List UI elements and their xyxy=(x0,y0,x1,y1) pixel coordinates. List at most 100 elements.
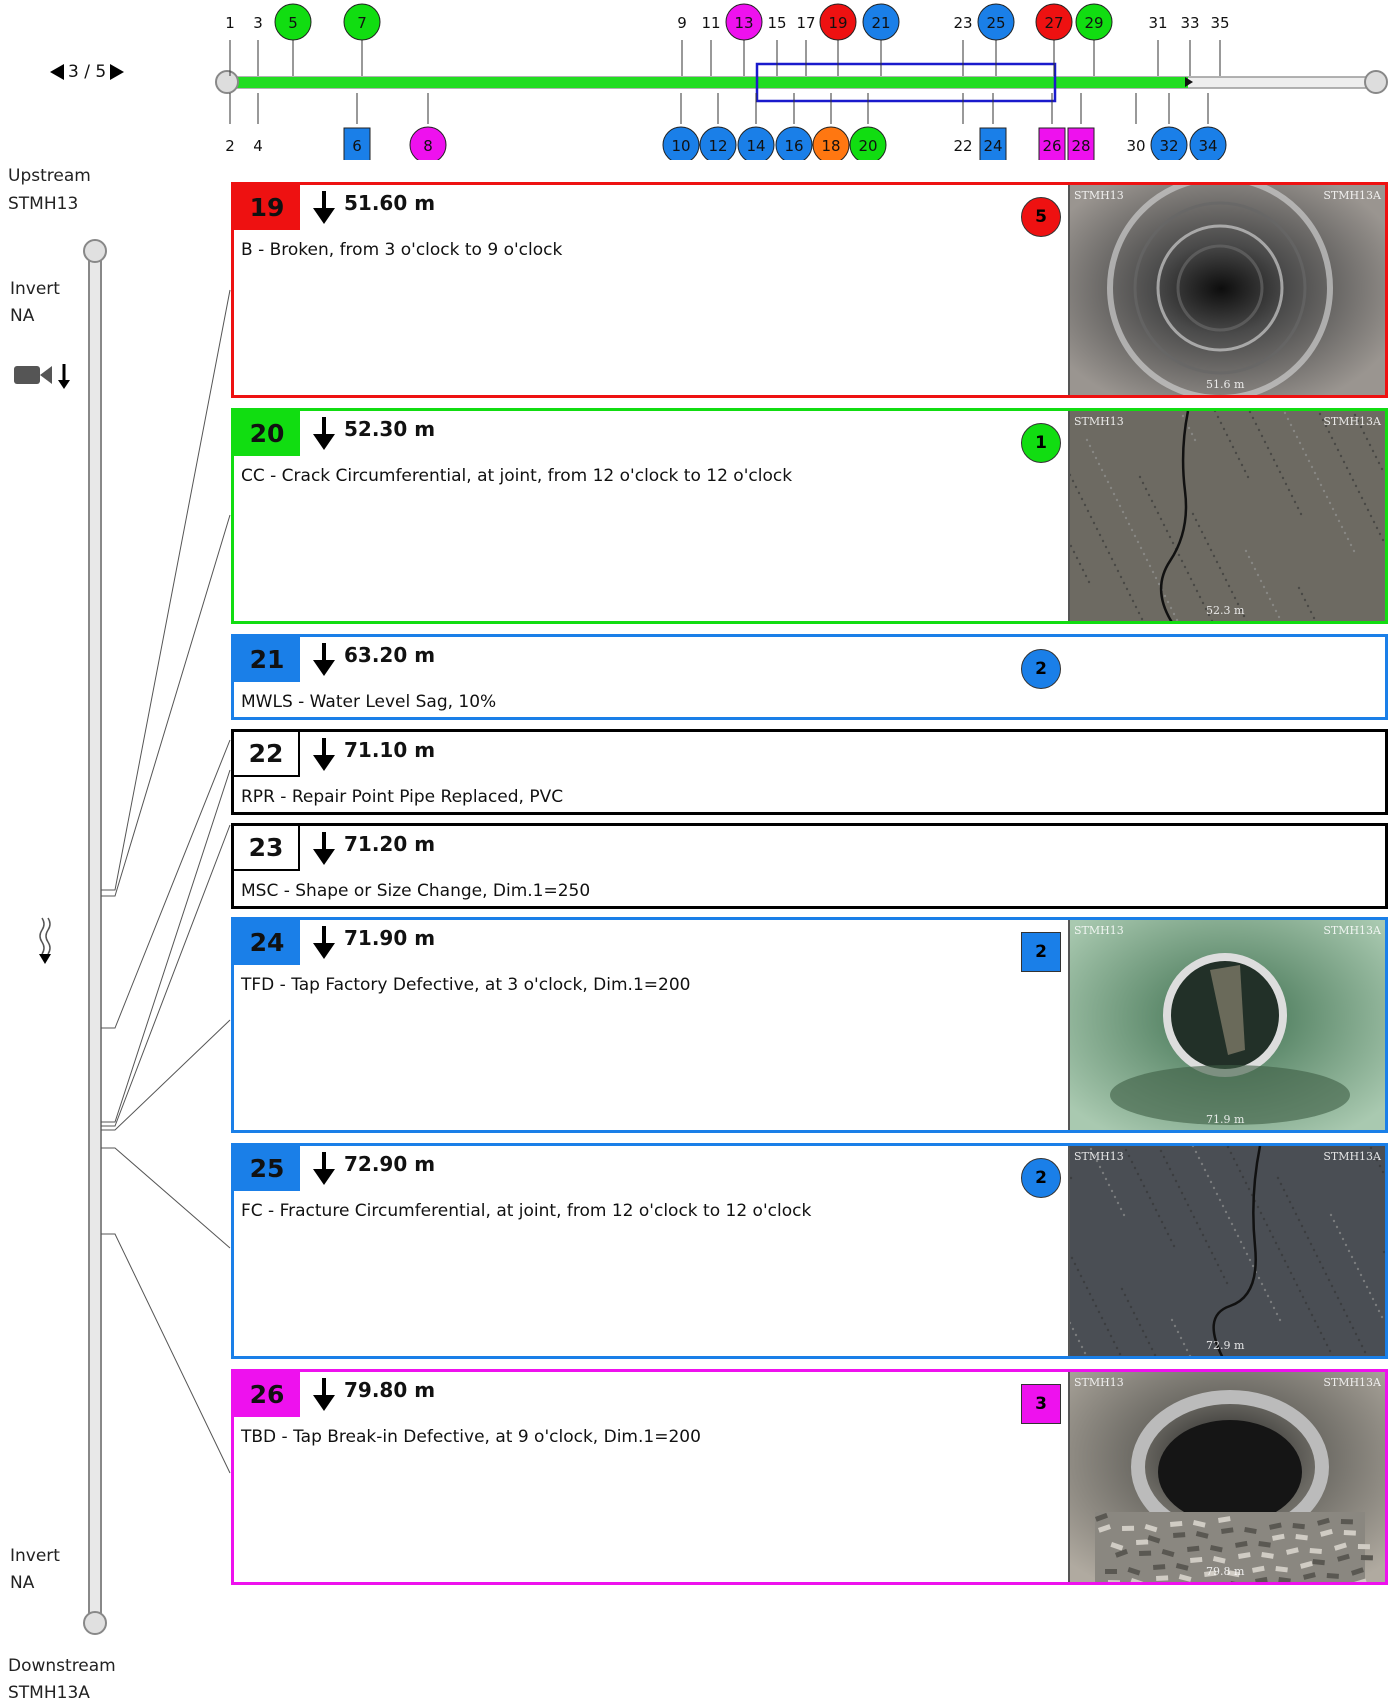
pipe-body xyxy=(88,249,102,1623)
photo-downstream-label: STMH13A xyxy=(1323,1376,1381,1389)
timeline-marker-23: 23 xyxy=(953,14,973,76)
photo-upstream-label: STMH13 xyxy=(1074,1376,1124,1389)
observation-number: 25 xyxy=(234,1146,300,1191)
observation-card[interactable]: 22 71.10 m RPR - Repair Point Pipe Replace… xyxy=(231,729,1388,815)
timeline-marker-4: 4 xyxy=(253,93,263,155)
timeline-marker-28: 28 xyxy=(1067,93,1095,160)
down-arrow-icon xyxy=(313,417,335,450)
svg-text:19: 19 xyxy=(828,14,847,32)
timeline-end-node xyxy=(1364,70,1388,94)
observation-card[interactable]: 21 63.20 m MWLS - Water Level Sag, 10% 2 xyxy=(231,634,1388,720)
observation-description: RPR - Repair Point Pipe Replaced, PVC xyxy=(241,787,564,807)
down-arrow-icon xyxy=(313,1378,335,1411)
svg-text:28: 28 xyxy=(1071,137,1090,155)
observation-description: TBD - Tap Break-in Defective, at 9 o'clo… xyxy=(241,1427,701,1447)
observation-card[interactable]: 24 71.90 m TFD - Tap Factory Defective, at… xyxy=(231,917,1388,1133)
svg-text:9: 9 xyxy=(677,14,687,32)
observation-number: 23 xyxy=(234,826,300,871)
timeline-marker-18: 18 xyxy=(812,93,850,160)
timeline-marker-22: 22 xyxy=(953,93,973,155)
observation-distance: 71.10 m xyxy=(344,738,436,762)
timeline-marker-35: 35 xyxy=(1210,14,1230,76)
timeline-marker-2: 2 xyxy=(225,93,235,155)
svg-text:16: 16 xyxy=(784,137,803,155)
observation-photo[interactable]: STMH13 STMH13A 79.8 m xyxy=(1068,1372,1385,1582)
down-arrow-icon xyxy=(313,738,335,771)
svg-text:31: 31 xyxy=(1148,14,1167,32)
observation-distance: 79.80 m xyxy=(344,1378,436,1402)
timeline-marker-15: 15 xyxy=(767,14,787,76)
timeline-marker-3: 3 xyxy=(253,14,263,76)
svg-text:5: 5 xyxy=(288,14,298,32)
svg-text:21: 21 xyxy=(871,14,890,32)
svg-text:10: 10 xyxy=(671,137,690,155)
timeline-marker-7: 7 xyxy=(343,3,381,76)
observation-card[interactable]: 19 51.60 m B - Broken, from 3 o'clock to 9… xyxy=(231,182,1388,398)
observation-description: MWLS - Water Level Sag, 10% xyxy=(241,692,497,712)
timeline-marker-12: 12 xyxy=(699,93,737,160)
observation-photo[interactable]: STMH13 STMH13A 72.9 m xyxy=(1068,1146,1385,1356)
severity-grade-badge: 2 xyxy=(1021,1158,1061,1198)
upstream-id: STMH13 xyxy=(8,194,79,214)
observation-number: 26 xyxy=(234,1372,300,1417)
observation-card[interactable]: 25 72.90 m FC - Fracture Circumferential, … xyxy=(231,1143,1388,1359)
timeline-marker-33: 33 xyxy=(1180,14,1200,76)
observation-description: B - Broken, from 3 o'clock to 9 o'clock xyxy=(241,240,563,260)
downstream-label: Downstream xyxy=(8,1656,116,1676)
observation-description: CC - Crack Circumferential, at joint, fr… xyxy=(241,466,793,486)
observation-card[interactable]: 23 71.20 m MSC - Shape or Size Change, Dim… xyxy=(231,823,1388,909)
timeline-marker-34: 34 xyxy=(1189,93,1227,160)
svg-text:26: 26 xyxy=(1042,137,1061,155)
observation-number: 19 xyxy=(234,185,300,230)
svg-text:6: 6 xyxy=(352,137,362,155)
pager-text: 3 / 5 xyxy=(68,62,107,82)
pager: 3 / 5 xyxy=(50,62,125,82)
timeline-marker-11: 11 xyxy=(701,14,721,76)
svg-text:23: 23 xyxy=(953,14,972,32)
svg-text:34: 34 xyxy=(1198,137,1217,155)
observation-photo[interactable]: STMH13 STMH13A 51.6 m xyxy=(1068,185,1385,395)
photo-upstream-label: STMH13 xyxy=(1074,189,1124,202)
svg-text:29: 29 xyxy=(1084,14,1103,32)
previous-page-icon[interactable] xyxy=(50,64,64,80)
upstream-label: Upstream xyxy=(8,166,91,186)
observation-photo[interactable]: STMH13 STMH13A 71.9 m xyxy=(1068,920,1385,1130)
severity-grade-badge: 1 xyxy=(1021,423,1061,463)
photo-upstream-label: STMH13 xyxy=(1074,1150,1124,1163)
timeline-progress xyxy=(226,77,1188,88)
pipe-profile xyxy=(14,239,231,1635)
svg-text:17: 17 xyxy=(796,14,815,32)
timeline-start-node xyxy=(215,70,239,94)
observation-distance: 72.90 m xyxy=(344,1152,436,1176)
timeline-marker-17: 17 xyxy=(796,14,816,76)
svg-text:20: 20 xyxy=(858,137,877,155)
observation-card[interactable]: 26 79.80 m TBD - Tap Break-in Defective, a… xyxy=(231,1369,1388,1585)
svg-text:13: 13 xyxy=(734,14,753,32)
overview-timeline[interactable]: 1 3 5 7 9 11 13 15 17 19 21 23 25 27 29 31 33 352 4 6 8 10 12 1… xyxy=(0,0,1400,160)
photo-upstream-label: STMH13 xyxy=(1074,924,1124,937)
svg-text:32: 32 xyxy=(1159,137,1178,155)
observation-number: 21 xyxy=(234,637,300,682)
photo-downstream-label: STMH13A xyxy=(1323,1150,1381,1163)
photo-distance-label: 51.6 m xyxy=(1206,378,1245,391)
timeline-marker-24: 24 xyxy=(979,93,1007,160)
timeline-marker-6: 6 xyxy=(343,93,371,160)
observation-distance: 52.30 m xyxy=(344,417,436,441)
down-arrow-icon xyxy=(313,926,335,959)
svg-text:12: 12 xyxy=(708,137,727,155)
camera-direction-icon xyxy=(14,364,70,389)
photo-downstream-label: STMH13A xyxy=(1323,189,1381,202)
timeline-marker-1: 1 xyxy=(225,14,235,76)
observation-description: MSC - Shape or Size Change, Dim.1=250 xyxy=(241,881,591,901)
timeline-marker-9: 9 xyxy=(677,14,687,76)
severity-grade-badge: 2 xyxy=(1021,932,1061,972)
observation-description: TFD - Tap Factory Defective, at 3 o'cloc… xyxy=(241,975,691,995)
timeline-marker-30: 30 xyxy=(1126,93,1146,155)
svg-text:1: 1 xyxy=(225,14,235,32)
next-page-icon[interactable] xyxy=(110,64,125,80)
observation-card[interactable]: 20 52.30 m CC - Crack Circumferential, at … xyxy=(231,408,1388,624)
observation-number: 24 xyxy=(234,920,300,965)
timeline-marker-14: 14 xyxy=(737,93,775,160)
downstream-id: STMH13A xyxy=(8,1683,90,1703)
observation-photo[interactable]: STMH13 STMH13A 52.3 m xyxy=(1068,411,1385,621)
